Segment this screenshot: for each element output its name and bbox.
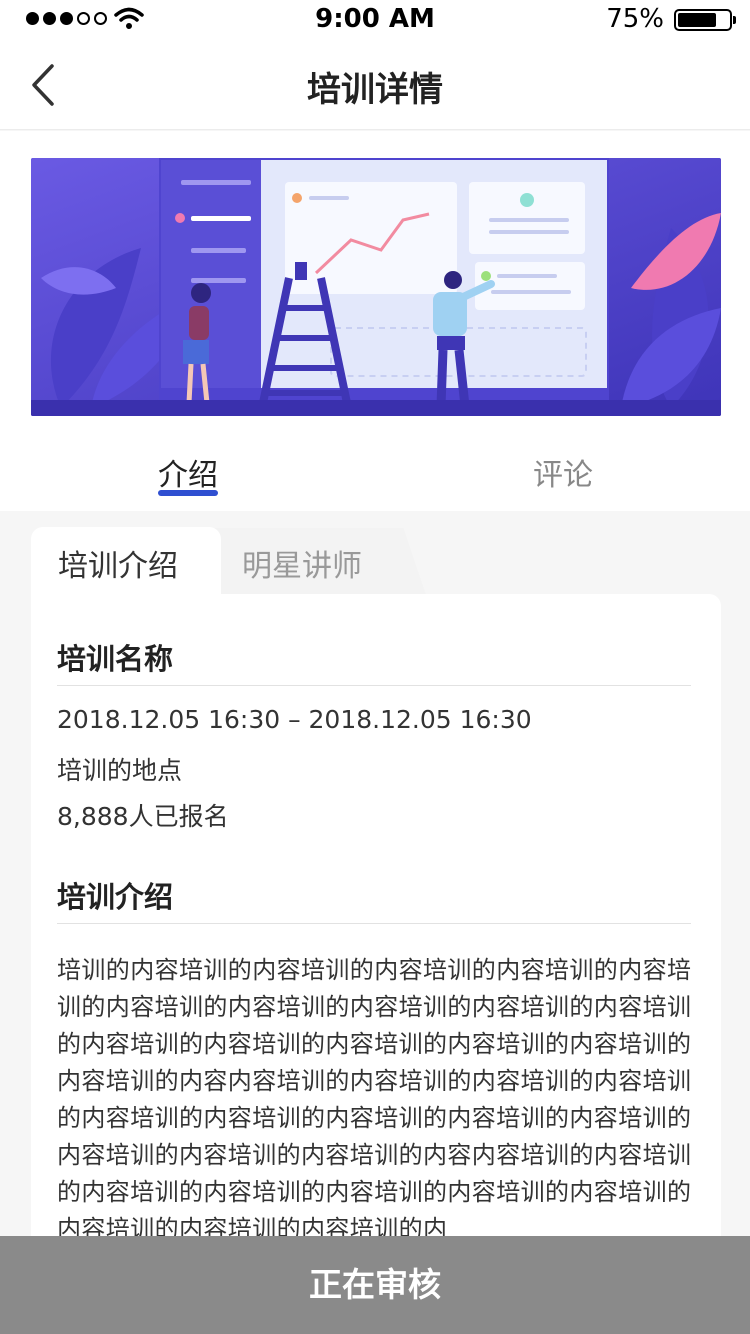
page: 9:00 AM 75% 培训详情 介绍 评论 明星讲师 培训介绍 培训名称 20… (0, 0, 750, 1334)
tab-comments[interactable]: 评论 (533, 450, 593, 494)
training-intro-heading: 培训介绍 (57, 880, 174, 914)
battery-icon (674, 9, 736, 31)
nav-bar: 培训详情 (0, 40, 750, 130)
training-time: 2018.12.05 16:30 – 2018.12.05 16:30 (57, 705, 532, 734)
tab-intro[interactable]: 介绍 (158, 450, 218, 494)
page-title: 培训详情 (307, 70, 443, 110)
status-bar: 9:00 AM 75% (0, 0, 750, 40)
subtab-star-lecturer[interactable]: 明星讲师 (201, 528, 426, 595)
training-location: 培训的地点 (57, 756, 183, 785)
banner-image (31, 158, 721, 416)
training-intro-text: 培训的内容培训的内容培训的内容培训的内容培训的内容培训的内容培训的内容培训的内容… (57, 956, 692, 1242)
enrollment-count: 8,888人已报名 (57, 802, 229, 831)
subtab-bar: 明星讲师 培训介绍 (31, 527, 426, 597)
subtab-training-intro[interactable]: 培训介绍 (31, 527, 221, 597)
training-name-heading: 培训名称 (57, 642, 174, 676)
battery-percentage: 75% (606, 4, 664, 34)
training-info-card: 培训名称 2018.12.05 16:30 – 2018.12.05 16:30… (31, 594, 721, 1334)
divider (57, 685, 691, 686)
active-tab-indicator (158, 490, 218, 496)
divider (57, 923, 691, 924)
review-status-button[interactable]: 正在审核 (0, 1236, 750, 1334)
